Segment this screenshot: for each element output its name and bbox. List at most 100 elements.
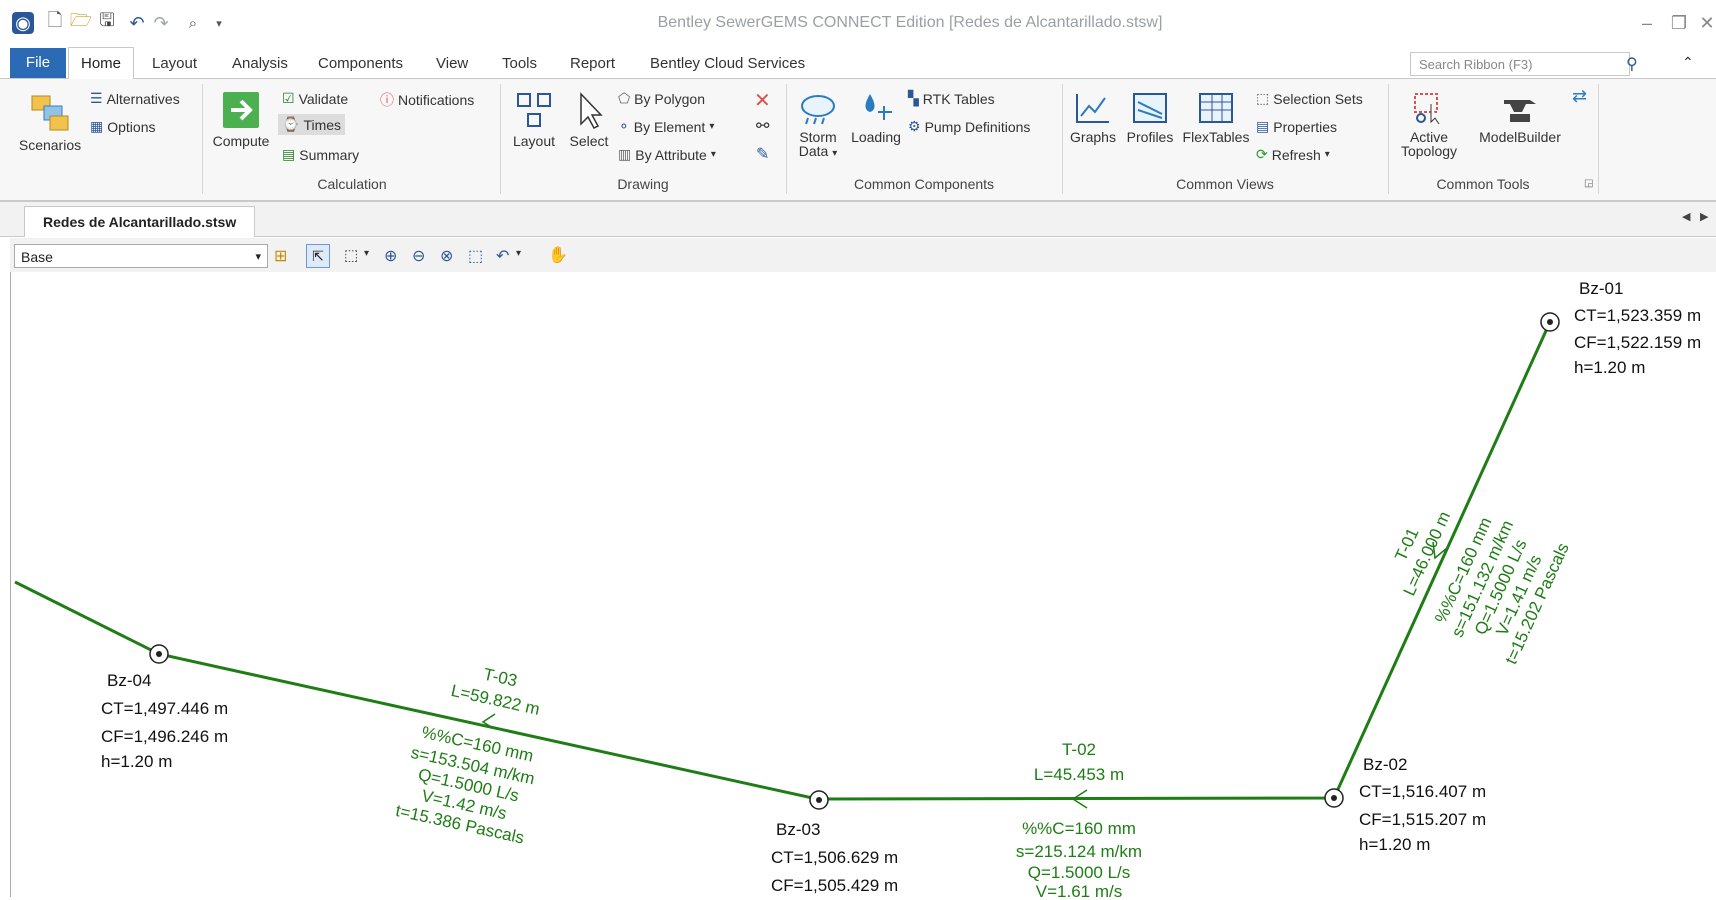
tab-analysis[interactable]: Analysis bbox=[220, 48, 300, 80]
active-topology-button[interactable]: Active Topology bbox=[1392, 90, 1466, 159]
summary-button[interactable]: ▤ Summary bbox=[282, 146, 359, 163]
search-ribbon-input[interactable]: Search Ribbon (F3) bbox=[1410, 52, 1630, 76]
node-cf-bz-04: CF=1,496.246 m bbox=[101, 727, 228, 746]
times-button[interactable]: ⌚ Times bbox=[278, 114, 346, 135]
flextables-label: FlexTables bbox=[1182, 129, 1250, 145]
by-attribute-button[interactable]: ▥ By Attribute ▾ bbox=[618, 146, 716, 163]
tab-tools[interactable]: Tools bbox=[490, 48, 549, 80]
delete-icon[interactable]: ✕ bbox=[754, 88, 771, 113]
pump-definitions-button[interactable]: ⚙ Pump Definitions bbox=[908, 118, 1030, 135]
attribute-icon: ▥ bbox=[618, 146, 632, 162]
print-preview-icon[interactable]: ⌕ bbox=[182, 12, 204, 34]
profiles-label: Profiles bbox=[1126, 129, 1174, 145]
chevron-down-icon: ▾ bbox=[709, 121, 715, 132]
open-icon[interactable]: 🗁 bbox=[70, 10, 92, 34]
selection-sets-button[interactable]: ⬚ Selection Sets bbox=[1256, 90, 1363, 107]
zoom-in-icon[interactable]: ⊕ bbox=[384, 246, 397, 266]
select-tool-icon[interactable]: ⇱ bbox=[306, 244, 330, 268]
loading-button[interactable]: Loading bbox=[846, 90, 906, 145]
tab-report[interactable]: Report bbox=[558, 48, 627, 80]
notifications-label: Notifications bbox=[398, 92, 475, 108]
edit-icon[interactable]: ✎ bbox=[756, 144, 769, 164]
alternatives-icon: ☰ bbox=[90, 90, 103, 106]
flextables-button[interactable]: FlexTables bbox=[1180, 90, 1252, 145]
new-icon[interactable]: 🗋 bbox=[44, 10, 66, 34]
zoom-extents-icon[interactable]: ⬚ bbox=[344, 246, 358, 264]
times-label: Times bbox=[303, 116, 342, 133]
minimize-icon[interactable]: – bbox=[1636, 12, 1658, 34]
loading-icon bbox=[865, 94, 892, 120]
pipe-label-t03: T-03 bbox=[482, 665, 519, 691]
scroll-left-icon[interactable]: ◀ bbox=[1682, 210, 1690, 223]
collapse-ribbon-icon[interactable]: ⌃ bbox=[1682, 54, 1694, 71]
node-ct-bz-02: CT=1,516.407 m bbox=[1359, 782, 1486, 801]
properties-button[interactable]: ▤ Properties bbox=[1256, 118, 1337, 135]
refresh-button[interactable]: ⟳ Refresh ▾ bbox=[1256, 146, 1330, 163]
drawing-canvas[interactable]: Bz-01 CT=1,523.359 m CF=1,522.159 m h=1.… bbox=[10, 272, 1716, 900]
chevron-down-icon[interactable]: ▾ bbox=[516, 248, 521, 259]
refresh-label: Refresh bbox=[1271, 146, 1321, 163]
manhole-bz-04[interactable] bbox=[149, 644, 169, 664]
graphs-button[interactable]: Graphs bbox=[1068, 90, 1118, 145]
options-button[interactable]: ▦ Options bbox=[90, 118, 155, 135]
options-icon: ▦ bbox=[90, 118, 104, 134]
rtk-tables-button[interactable]: ▚ RTK Tables bbox=[908, 90, 995, 107]
storm-data-button[interactable]: Storm Data ▾ bbox=[792, 90, 844, 159]
pump-icon: ⚙ bbox=[908, 118, 921, 134]
pipe-length-t03: L=59.822 m bbox=[449, 681, 541, 719]
tab-components[interactable]: Components bbox=[306, 48, 415, 80]
dropdown-icon[interactable]: ▾ bbox=[208, 12, 230, 34]
undo-icon[interactable]: ↶ bbox=[126, 12, 148, 34]
tab-layout[interactable]: Layout bbox=[140, 48, 209, 80]
zoom-window-icon[interactable]: ⊗ bbox=[440, 246, 453, 266]
by-element-button[interactable]: ⚬ By Element ▾ bbox=[618, 118, 714, 135]
flextable-icon bbox=[1199, 93, 1233, 123]
sync-icon[interactable]: ⇄ bbox=[1572, 86, 1587, 107]
compute-button[interactable]: Compute bbox=[208, 90, 274, 149]
zoom-previous-icon[interactable]: ↶ bbox=[496, 246, 509, 266]
manhole-bz-01[interactable] bbox=[1540, 312, 1560, 332]
scroll-right-icon[interactable]: ▶ bbox=[1700, 210, 1708, 223]
search-icon[interactable]: ⚲ bbox=[1626, 54, 1638, 74]
redo-icon[interactable]: ↷ bbox=[150, 12, 172, 34]
layout-button[interactable]: Layout bbox=[508, 90, 560, 149]
modelbuilder-button[interactable]: ModelBuilder bbox=[1470, 90, 1570, 145]
calculation-group-label: Calculation bbox=[317, 176, 387, 192]
profiles-button[interactable]: Profiles bbox=[1122, 90, 1178, 145]
scenarios-icon bbox=[31, 95, 69, 131]
pipe-length-t02: L=45.453 m bbox=[1034, 765, 1124, 784]
tab-view[interactable]: View bbox=[424, 48, 480, 80]
zoom-selection-icon[interactable]: ⬚ bbox=[468, 246, 483, 266]
scenario-select[interactable]: Base ▾ bbox=[14, 244, 268, 268]
zoom-out-icon[interactable]: ⊖ bbox=[412, 246, 425, 266]
manhole-bz-03[interactable] bbox=[809, 790, 829, 810]
tab-home[interactable]: Home bbox=[68, 47, 135, 80]
dialog-launcher-icon[interactable]: ◲ bbox=[1584, 178, 1593, 189]
manhole-bz-02[interactable] bbox=[1324, 788, 1344, 808]
save-icon[interactable]: 🖫 bbox=[96, 10, 118, 34]
chevron-down-icon[interactable]: ▾ bbox=[364, 248, 369, 259]
common-tools-group-label: Common Tools bbox=[1436, 176, 1530, 192]
alternatives-button[interactable]: ☰ Alternatives bbox=[90, 90, 180, 107]
active-topology-icon bbox=[1414, 93, 1440, 125]
tab-file[interactable]: File bbox=[10, 48, 66, 78]
validate-button[interactable]: ☑ Validate bbox=[282, 90, 348, 107]
by-polygon-button[interactable]: ⬠ By Polygon bbox=[618, 90, 705, 107]
find-icon[interactable]: ⚯ bbox=[756, 116, 769, 136]
scenarios-button[interactable]: Scenarios bbox=[14, 90, 86, 153]
validate-label: Validate bbox=[298, 90, 349, 107]
graphs-label: Graphs bbox=[1070, 129, 1116, 145]
notifications-button[interactable]: ⓘ Notifications bbox=[380, 90, 474, 110]
tab-bentley-cloud[interactable]: Bentley Cloud Services bbox=[638, 48, 817, 80]
pan-hand-icon[interactable]: ✋ bbox=[548, 245, 568, 265]
node-label-bz-03: Bz-03 bbox=[776, 820, 820, 839]
node-label-bz-04: Bz-04 bbox=[107, 671, 151, 690]
close-icon[interactable]: ✕ bbox=[1696, 12, 1716, 34]
document-tab[interactable]: Redes de Alcantarillado.stsw bbox=[24, 206, 256, 237]
select-button[interactable]: Select bbox=[566, 90, 612, 149]
restore-icon[interactable]: ❐ bbox=[1668, 12, 1690, 34]
app-logo-icon[interactable]: ◉ bbox=[12, 12, 34, 34]
layout-label: Layout bbox=[512, 133, 556, 149]
document-tab-bar bbox=[0, 202, 1716, 237]
scenario-manager-icon[interactable]: ⊞ bbox=[274, 246, 287, 266]
